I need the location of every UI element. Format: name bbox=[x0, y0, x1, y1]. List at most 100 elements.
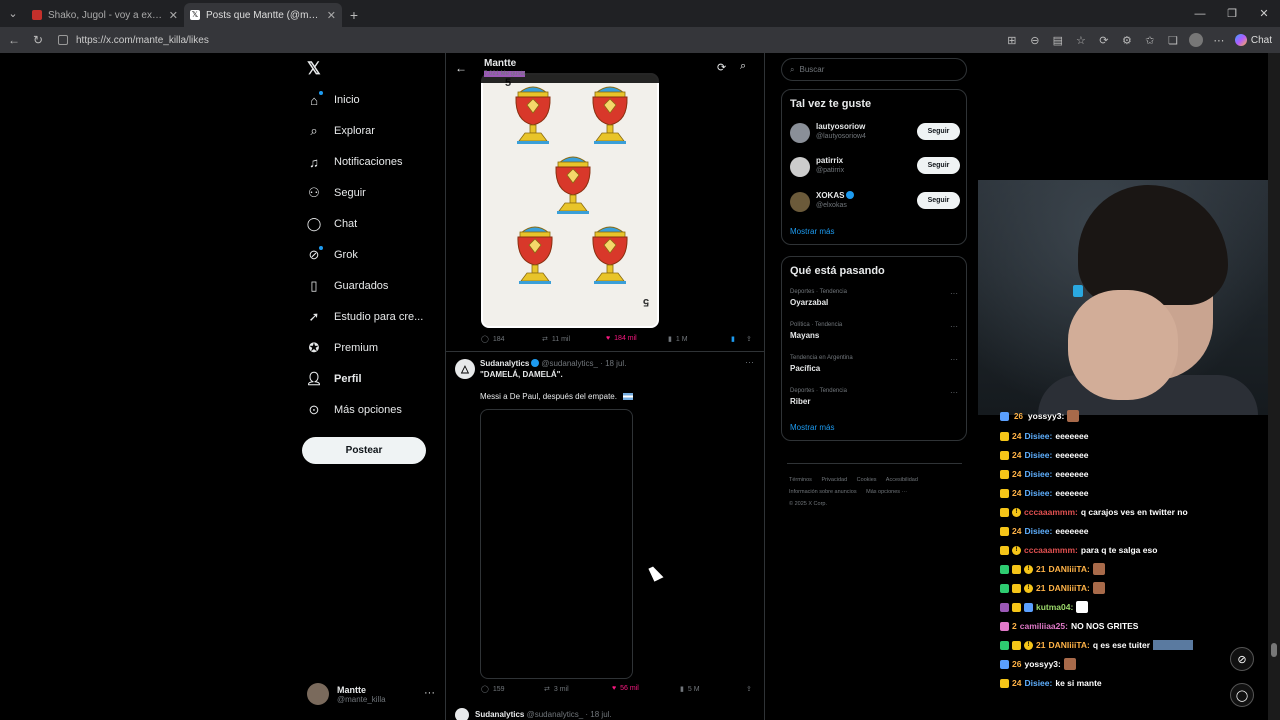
more-dots-icon[interactable]: ··· bbox=[950, 289, 958, 298]
scrollbar-thumb[interactable] bbox=[1271, 643, 1277, 657]
nav-item-chat[interactable]: ◯ Chat bbox=[306, 213, 358, 235]
sub-badge: 26 bbox=[1014, 411, 1023, 421]
more-dots-icon[interactable]: ··· bbox=[950, 355, 958, 364]
nav-item-estudio[interactable]: ➚ Estudio para cre... bbox=[306, 306, 424, 328]
site-info-icon[interactable] bbox=[58, 35, 68, 45]
back-icon[interactable]: ← bbox=[2, 33, 26, 47]
footer-link[interactable]: Accesibilidad bbox=[886, 477, 918, 483]
x-logo-icon[interactable]: 𝕏 bbox=[307, 59, 325, 78]
sub-badge: 24 bbox=[1012, 678, 1022, 688]
maximize-icon[interactable]: ❐ bbox=[1216, 0, 1248, 27]
reply-button[interactable]: ◯ 184 bbox=[481, 335, 505, 344]
nav-label: Guardados bbox=[334, 280, 389, 292]
reload-icon[interactable]: ↻ bbox=[26, 33, 50, 47]
footer-link[interactable]: Más opciones ··· bbox=[866, 489, 907, 495]
nav-item-guardados[interactable]: ▯ Guardados bbox=[306, 275, 388, 297]
close-tab-icon[interactable]: ✕ bbox=[169, 9, 178, 22]
close-window-icon[interactable]: ✕ bbox=[1248, 0, 1280, 27]
trend-topic: Mayans bbox=[790, 331, 820, 340]
show-more-link[interactable]: Mostrar más bbox=[790, 227, 834, 236]
headphone-light bbox=[1073, 285, 1083, 297]
like-button[interactable]: ♥ 184 mil bbox=[606, 335, 637, 342]
post-button[interactable]: Postear bbox=[302, 437, 426, 464]
nav-item-perfil[interactable]: 👤︎ Perfil bbox=[306, 368, 362, 390]
views-button[interactable]: ▮ 5 M bbox=[680, 685, 700, 694]
follow-suggestion[interactable]: lautyosoriow @lautyosoriow4 Seguir bbox=[790, 121, 960, 145]
search-icon[interactable]: ⌕ bbox=[740, 60, 746, 73]
crown-badge-icon bbox=[1000, 488, 1009, 498]
more-dots-icon[interactable]: ··· bbox=[950, 388, 958, 397]
collections-icon[interactable]: ❏ bbox=[1166, 33, 1180, 47]
search-input[interactable]: ⌕ Buscar bbox=[781, 58, 967, 81]
avatar[interactable]: △ bbox=[455, 359, 475, 379]
repost-button[interactable]: ⇄ 3 mil bbox=[544, 685, 569, 694]
copilot-chat-button[interactable]: Chat bbox=[1234, 34, 1272, 46]
trend-item[interactable]: Deportes · Tendencia Oyarzabal ··· bbox=[790, 289, 960, 307]
zoom-icon[interactable]: ⊖ bbox=[1028, 33, 1042, 47]
post-image-playing-card[interactable]: 5 5 bbox=[481, 73, 659, 328]
nav-item-notificaciones[interactable]: ♫ Notificaciones bbox=[306, 151, 402, 173]
chat-label: Chat bbox=[1250, 34, 1272, 46]
nav-item-explorar[interactable]: ⌕ Explorar bbox=[306, 120, 375, 142]
views-button[interactable]: ▮ 1 M bbox=[668, 335, 688, 344]
follow-button[interactable]: Seguir bbox=[917, 123, 960, 140]
new-tab-icon[interactable]: + bbox=[342, 3, 366, 27]
account-switcher[interactable]: Mantte @mante_killa ··· bbox=[307, 681, 437, 707]
nav-item-inicio[interactable]: ⌂ Inicio bbox=[306, 89, 360, 111]
badge-icon bbox=[1024, 602, 1033, 612]
back-arrow-icon[interactable]: ← bbox=[455, 61, 467, 75]
show-more-link[interactable]: Mostrar más bbox=[790, 423, 834, 432]
post-author[interactable]: Sudanalytics @sudanalytics_ · 18 jul. bbox=[480, 359, 626, 368]
repost-button[interactable]: ⇄ 11 mil bbox=[542, 335, 570, 344]
follow-suggestion[interactable]: XOKAS @elxokas Seguir bbox=[790, 190, 960, 214]
footer-link[interactable]: Información sobre anuncios bbox=[789, 489, 857, 495]
grok-float-icon[interactable]: ⊘ bbox=[1230, 647, 1254, 671]
post-sudanalytics-partial[interactable]: Sudanalytics @sudanalytics_ · 18 jul. bbox=[455, 708, 612, 720]
follow-suggestion[interactable]: patirrix @patirrix Seguir bbox=[790, 155, 960, 179]
trend-item[interactable]: Deportes · Tendencia Riber ··· bbox=[790, 388, 960, 406]
follow-button[interactable]: Seguir bbox=[917, 157, 960, 174]
nav-item-grok[interactable]: ⊘ Grok bbox=[306, 244, 358, 266]
reply-button[interactable]: ◯ 159 bbox=[481, 685, 505, 694]
refresh-ext-icon[interactable]: ⟳ bbox=[1097, 33, 1111, 47]
follow-button[interactable]: Seguir bbox=[917, 192, 960, 209]
nav-item-premium[interactable]: ✪ Premium bbox=[306, 337, 378, 359]
nav-item-seguir[interactable]: ⚇ Seguir bbox=[306, 182, 366, 204]
messages-float-icon[interactable]: ◯ bbox=[1230, 683, 1254, 707]
more-dots-icon[interactable]: ··· bbox=[950, 322, 958, 331]
footer-link[interactable]: Privacidad bbox=[821, 477, 847, 483]
reader-icon[interactable]: ▤ bbox=[1051, 33, 1065, 47]
menu-dots-icon[interactable]: ⋯ bbox=[1212, 33, 1226, 47]
emote-icon bbox=[1076, 601, 1089, 613]
extensions-icon[interactable]: ⚙ bbox=[1120, 33, 1134, 47]
trend-item[interactable]: Política · Tendencia Mayans ··· bbox=[790, 322, 960, 340]
heart-icon: ♥ bbox=[606, 335, 611, 342]
favorite-star-icon[interactable]: ☆ bbox=[1074, 33, 1088, 47]
trend-item[interactable]: Tendencia en Argentina Pacífica ··· bbox=[790, 355, 960, 373]
share-button[interactable]: ⇪ bbox=[746, 335, 752, 343]
more-dots-icon[interactable]: ··· bbox=[745, 357, 754, 367]
nav-item-mas-opciones[interactable]: ⊙ Más opciones bbox=[306, 399, 402, 421]
footer-link[interactable]: Cookies bbox=[857, 477, 877, 483]
browser-tab-1[interactable]: Shako, Jugol - voy a explotar el b... ✕ bbox=[26, 3, 184, 27]
close-tab-icon[interactable]: ✕ bbox=[327, 9, 336, 22]
app-icon[interactable]: ⊞ bbox=[1005, 33, 1019, 47]
grok-icon: ⊘ bbox=[306, 246, 323, 263]
footer-link[interactable]: Términos bbox=[789, 477, 812, 483]
bookmark-button[interactable]: ▮ bbox=[731, 335, 735, 343]
url-field[interactable]: https://x.com/mante_killa/likes bbox=[52, 30, 1004, 50]
divider bbox=[446, 351, 764, 352]
favorites-icon[interactable]: ✩ bbox=[1143, 33, 1157, 47]
minimize-icon[interactable]: — bbox=[1184, 0, 1216, 27]
like-button[interactable]: ♥ 56 mil bbox=[612, 685, 639, 692]
avatar bbox=[790, 123, 810, 143]
refresh-icon[interactable]: ⟳ bbox=[717, 61, 726, 74]
browser-profile-avatar[interactable] bbox=[1188, 33, 1203, 47]
sub-badge: 2 bbox=[1012, 621, 1017, 631]
more-dots-icon[interactable]: ··· bbox=[424, 687, 435, 699]
share-button[interactable]: ⇪ bbox=[746, 685, 752, 693]
browser-tab-2[interactable]: 𝕏 Posts que Mantte (@mante_killa) / X ✕ bbox=[184, 3, 342, 27]
tab-list-chevron-icon[interactable]: ⌄ bbox=[0, 0, 26, 27]
page-scrollbar[interactable] bbox=[1268, 53, 1280, 720]
video-player[interactable] bbox=[480, 409, 633, 679]
